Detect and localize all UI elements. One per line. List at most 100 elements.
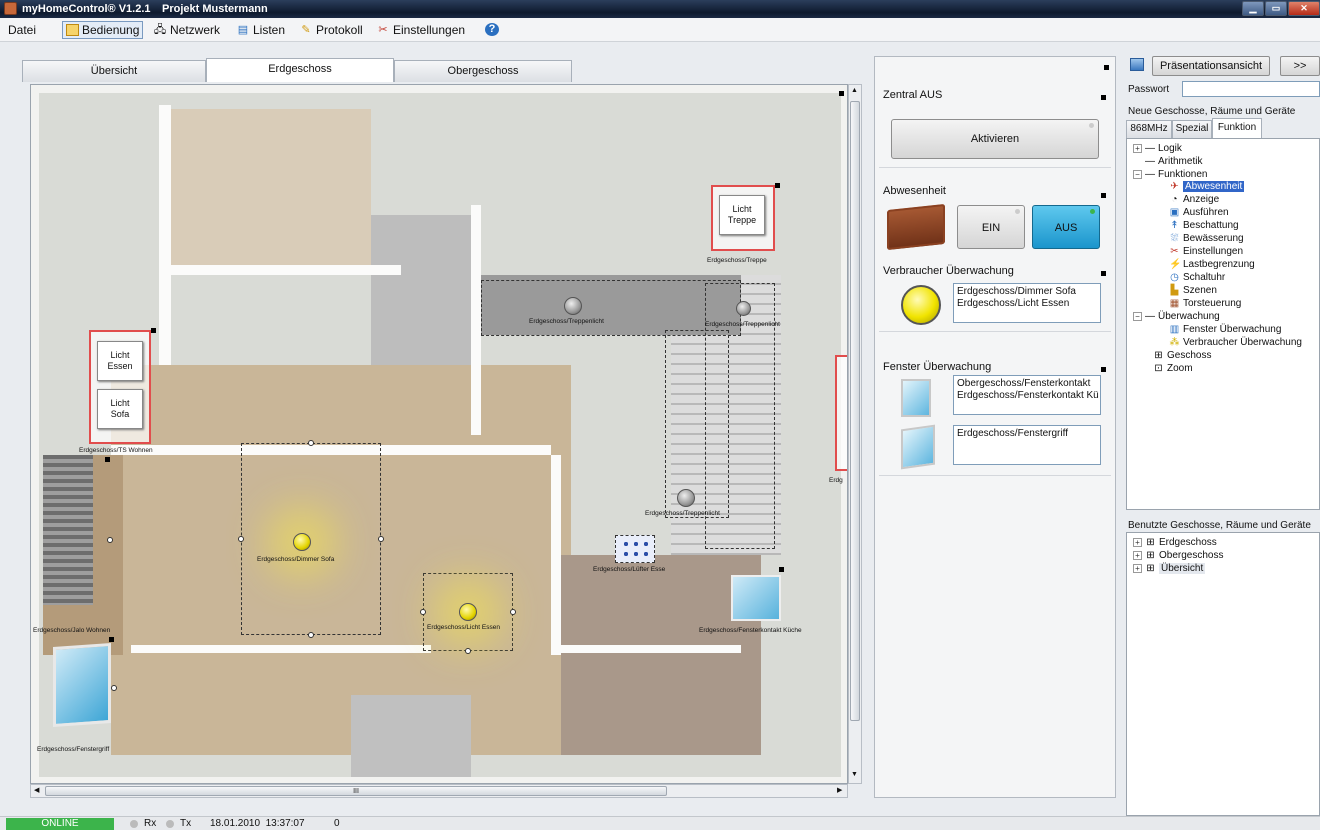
tree-schaltuhr[interactable]: ◷ Schaltuhr — [1169, 272, 1225, 283]
resize-handle[interactable] — [378, 536, 384, 542]
lamp-licht-essen[interactable] — [459, 603, 477, 621]
tree-lastbegrenzung[interactable]: ⚡ Lastbegrenzung — [1169, 259, 1255, 270]
resize-handle[interactable] — [465, 648, 471, 654]
scroll-up-arrow[interactable]: ▲ — [851, 87, 858, 94]
aktivieren-button[interactable]: Aktivieren — [891, 119, 1099, 159]
fan-icon[interactable] — [621, 539, 649, 559]
scroll-thumb-h[interactable]: III — [45, 786, 667, 796]
expand-icon[interactable]: + — [1133, 564, 1142, 573]
tree-fenster-ueberwachung[interactable]: ▥ Fenster Überwachung — [1169, 324, 1282, 335]
scroll-right-arrow[interactable]: ▶ — [837, 786, 842, 794]
vertical-scrollbar[interactable]: ▲ ▼ — [848, 84, 862, 784]
tab-obergeschoss[interactable]: Obergeschoss — [394, 60, 572, 82]
passwort-input[interactable] — [1182, 81, 1320, 97]
tree-torsteuerung[interactable]: ▦ Torsteuerung — [1169, 298, 1242, 309]
resize-handle[interactable] — [308, 632, 314, 638]
tree-verbraucher-ueberwachung[interactable]: ⁂ Verbraucher Überwachung — [1169, 337, 1302, 348]
tree-beschattung[interactable]: ↟ Beschattung — [1169, 220, 1239, 231]
scroll-thumb[interactable] — [850, 101, 860, 721]
subtab-funktion[interactable]: Funktion — [1212, 118, 1262, 138]
window-fenstergriff-icon[interactable] — [53, 642, 111, 728]
resize-handle[interactable] — [308, 440, 314, 446]
verbraucher-line: Erdgeschoss/Licht Essen — [957, 298, 1070, 309]
resize-handle[interactable] — [107, 537, 113, 543]
floorplan-icon: ⊞ — [1154, 350, 1163, 361]
used-obergeschoss[interactable]: + ⊞ Obergeschoss — [1133, 550, 1223, 561]
tree-anzeige[interactable]: ◔ Anzeige — [1169, 194, 1219, 205]
resize-handle[interactable] — [775, 183, 780, 188]
subtab-spezial[interactable]: Spezial — [1172, 120, 1212, 138]
resize-handle[interactable] — [510, 609, 516, 615]
lamp-treppenlicht-1[interactable] — [564, 297, 582, 315]
resize-handle[interactable] — [109, 637, 114, 642]
subtab-868mhz[interactable]: 868MHz — [1126, 120, 1172, 138]
verbraucher-list[interactable]: Erdgeschoss/Dimmer Sofa Erdgeschoss/Licht… — [953, 283, 1101, 323]
collapse-icon[interactable]: − — [1133, 312, 1142, 321]
expand-button[interactable]: >> — [1280, 56, 1320, 76]
used-obergeschoss-label: Obergeschoss — [1159, 550, 1224, 561]
floorplan-canvas[interactable]: Licht Essen Licht Sofa Erdgeschoss/TS Wo… — [30, 84, 848, 784]
menu-einstellungen-label: Einstellungen — [393, 23, 466, 37]
resize-handle[interactable] — [779, 567, 784, 572]
resize-handle[interactable] — [151, 328, 156, 333]
tab-erdgeschoss[interactable]: Erdgeschoss — [206, 58, 394, 82]
used-erdgeschoss[interactable]: + ⊞ Erdgeschoss — [1133, 537, 1217, 548]
menu-einstellungen[interactable]: ✂ Einstellungen — [376, 23, 465, 37]
resize-handle[interactable] — [105, 457, 110, 462]
minimize-button[interactable]: ▁ — [1242, 1, 1264, 16]
menu-listen[interactable]: ▤ Listen — [236, 23, 285, 37]
used-uebersicht[interactable]: + ⊞ Übersicht — [1133, 563, 1206, 574]
tree-funktionen[interactable]: − — Funktionen — [1133, 169, 1207, 180]
tree-arithmetik[interactable]: — Arithmetik — [1145, 156, 1202, 167]
resize-handle[interactable] — [238, 536, 244, 542]
window-kueche-icon[interactable] — [731, 575, 781, 621]
tree-ueberwachung[interactable]: − — Überwachung — [1133, 311, 1220, 322]
horizontal-scrollbar[interactable]: ◀ III ▶ — [30, 784, 848, 798]
selection-marker — [1101, 95, 1106, 100]
tree-einstellungen[interactable]: ✂ Einstellungen — [1169, 246, 1243, 257]
tree-bewaesserung[interactable]: ⛆ Bewässerung — [1169, 233, 1244, 244]
menu-netzwerk[interactable]: 🖧 Netzwerk — [153, 23, 220, 37]
expand-label: >> — [1293, 60, 1307, 72]
tree-abwesenheit[interactable]: ✈ Abwesenheit — [1169, 181, 1245, 192]
scroll-down-arrow[interactable]: ▼ — [851, 771, 858, 778]
expand-icon[interactable]: + — [1133, 551, 1142, 560]
fenster-list-2[interactable]: Erdgeschoss/Fenstergriff — [953, 425, 1101, 465]
separator — [879, 475, 1111, 476]
help-button[interactable]: ? — [485, 23, 499, 36]
label-ts-wohnen: Erdgeschoss/TS Wohnen — [79, 447, 153, 454]
licht-treppe-button[interactable]: Licht Treppe — [719, 195, 765, 235]
fenster-title: Fenster Überwachung — [883, 361, 992, 373]
function-tree[interactable]: + — Logik — Arithmetik − — Funktionen ✈ Abwese… — [1126, 138, 1320, 510]
tab-uebersicht[interactable]: Übersicht — [22, 60, 206, 82]
verbraucher-line: Erdgeschoss/Dimmer Sofa — [957, 286, 1076, 297]
resize-handle[interactable] — [420, 609, 426, 615]
praesentationsansicht-button[interactable]: Präsentationsansicht — [1152, 56, 1270, 76]
licht-essen-button[interactable]: Licht Essen — [97, 341, 143, 381]
scroll-left-arrow[interactable]: ◀ — [34, 786, 39, 794]
menu-protokoll[interactable]: ✎ Protokoll — [299, 23, 362, 37]
collapse-icon[interactable]: − — [1133, 170, 1142, 179]
tree-ausfuehren[interactable]: ▣ Ausführen — [1169, 207, 1229, 218]
label-treppe: Erdgeschoss/Treppe — [707, 257, 767, 264]
resize-handle[interactable] — [111, 685, 117, 691]
tree-geschoss[interactable]: ⊞ Geschoss — [1153, 350, 1211, 361]
menu-datei[interactable]: Datei — [8, 23, 36, 37]
lamp-dimmer-sofa[interactable] — [293, 533, 311, 551]
tree-logik[interactable]: + — Logik — [1133, 143, 1182, 154]
used-tree[interactable]: + ⊞ Erdgeschoss + ⊞ Obergeschoss + ⊞ Übersicht — [1126, 532, 1320, 816]
close-button[interactable]: ✕ — [1288, 1, 1320, 16]
expand-icon[interactable]: + — [1133, 144, 1142, 153]
tree-beschattung-label: Beschattung — [1183, 220, 1239, 231]
lamp-treppenlicht-2[interactable] — [736, 301, 751, 316]
fenster-line: Erdgeschoss/Fensterkontakt Kü — [957, 390, 1099, 401]
expand-icon[interactable]: + — [1133, 538, 1142, 547]
fenster-list-1[interactable]: Obergeschoss/Fensterkontakt Erdgeschoss/F… — [953, 375, 1101, 415]
maximize-button[interactable]: ▭ — [1265, 1, 1287, 16]
menu-bedienung[interactable]: Bedienung — [62, 21, 144, 39]
lamp-treppenlicht-3[interactable] — [677, 489, 695, 507]
tree-szenen[interactable]: ▙ Szenen — [1169, 285, 1217, 296]
tree-zoom[interactable]: ⊡ Zoom — [1153, 363, 1192, 374]
subtab-868mhz-label: 868MHz — [1130, 123, 1168, 134]
licht-sofa-button[interactable]: Licht Sofa — [97, 389, 143, 429]
